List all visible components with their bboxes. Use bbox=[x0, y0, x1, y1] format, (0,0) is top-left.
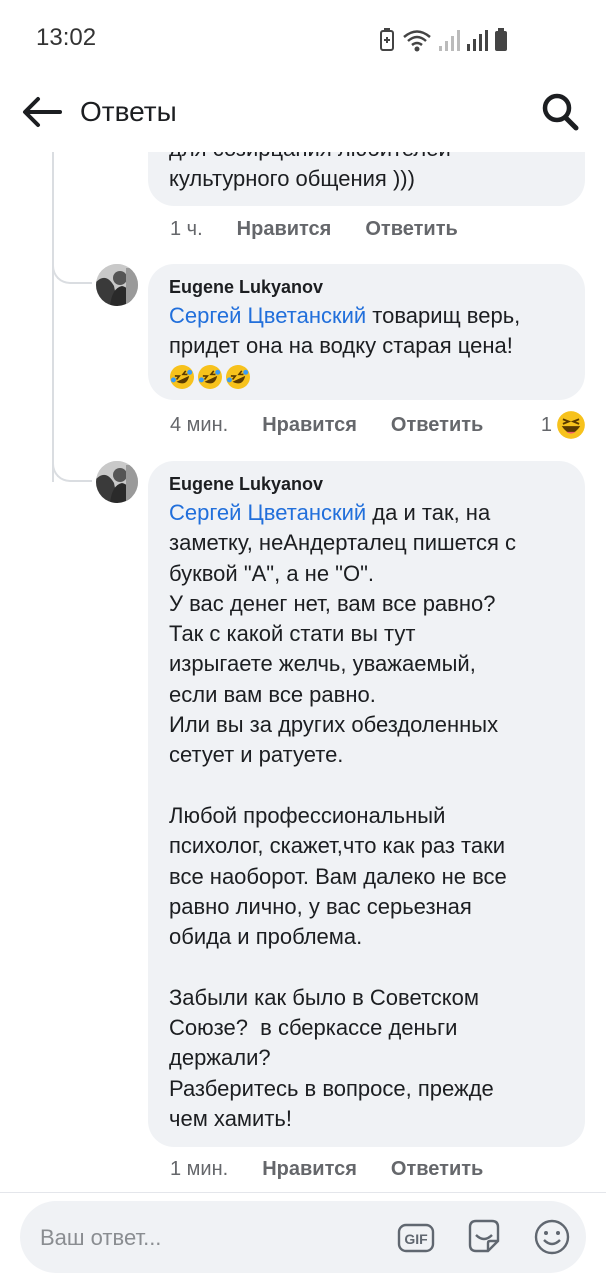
reply-bar: Ваш ответ... GIF bbox=[0, 1192, 606, 1281]
comment-time: 1 мин. bbox=[170, 1158, 229, 1180]
status-bar: 13:02 bbox=[0, 0, 606, 80]
back-arrow-icon[interactable] bbox=[20, 90, 64, 134]
like-button[interactable]: Нравится bbox=[262, 414, 357, 437]
status-time: 13:02 bbox=[36, 24, 97, 51]
rofl-emoji-icon bbox=[198, 364, 222, 389]
thread-branch bbox=[52, 252, 92, 284]
comment-body: да и так, на заметку, неАндерталец пишет… bbox=[169, 500, 517, 1131]
comment-bubble[interactable]: Eugene Lukyanov Сергей Цветанский да и т… bbox=[148, 461, 585, 1147]
thread-branch bbox=[52, 450, 92, 482]
thread-line bbox=[52, 152, 54, 482]
search-icon[interactable] bbox=[540, 90, 580, 134]
avatar[interactable] bbox=[96, 461, 138, 503]
signal-roaming-icon bbox=[467, 30, 488, 51]
comment-time: 4 мин. bbox=[170, 414, 229, 436]
haha-reaction-icon bbox=[557, 411, 585, 439]
battery-icon bbox=[495, 28, 507, 51]
battery-saver-icon bbox=[380, 28, 394, 51]
comment-actions: 4 мин. Нравится Ответить bbox=[170, 414, 517, 437]
reaction-summary[interactable]: 1 bbox=[541, 410, 586, 440]
avatar[interactable] bbox=[96, 264, 138, 306]
reply-placeholder: Ваш ответ... bbox=[40, 1225, 162, 1250]
comment-text: для созирцания любителей культурного общ… bbox=[169, 152, 451, 192]
emoji-icon[interactable] bbox=[532, 1217, 572, 1257]
mention-link[interactable]: Сергей Цветанский bbox=[169, 500, 366, 525]
comment-emojis bbox=[169, 364, 565, 390]
reaction-count: 1 bbox=[540, 413, 552, 436]
like-button[interactable]: Нравится bbox=[237, 218, 332, 241]
rofl-emoji-icon bbox=[170, 364, 194, 389]
comment-text: Сергей Цветанский товарищ верь, придет о… bbox=[169, 301, 565, 362]
reply-button[interactable]: Ответить bbox=[391, 414, 483, 437]
comment-actions: 1 мин. Нравится Ответить bbox=[170, 1158, 517, 1181]
reply-button[interactable]: Ответить bbox=[391, 1158, 483, 1181]
signal-icon bbox=[439, 30, 460, 51]
svg-text:GIF: GIF bbox=[404, 1231, 428, 1247]
comment-author[interactable]: Eugene Lukyanov bbox=[169, 471, 565, 497]
reply-button[interactable]: Ответить bbox=[365, 218, 457, 241]
comment-text: Сергей Цветанский да и так, на заметку, … bbox=[169, 498, 565, 1134]
gif-icon[interactable]: GIF bbox=[396, 1217, 436, 1257]
app-bar: Ответы bbox=[0, 80, 606, 152]
comment-bubble[interactable]: для созирцания любителей культурного общ… bbox=[148, 152, 585, 206]
rofl-emoji-icon bbox=[226, 364, 250, 389]
comment-bubble[interactable]: Eugene Lukyanov Сергей Цветанский товари… bbox=[148, 264, 585, 400]
comment-time: 1 ч. bbox=[170, 218, 203, 240]
wifi-icon bbox=[403, 30, 431, 52]
like-button[interactable]: Нравится bbox=[262, 1158, 357, 1181]
sticker-icon[interactable] bbox=[464, 1217, 504, 1257]
reply-input[interactable]: Ваш ответ... GIF bbox=[20, 1201, 586, 1273]
status-icons bbox=[378, 26, 508, 52]
mention-link[interactable]: Сергей Цветанский bbox=[169, 303, 366, 328]
replies-list: для созирцания любителей культурного общ… bbox=[0, 152, 606, 1192]
comment-author[interactable]: Eugene Lukyanov bbox=[169, 274, 565, 300]
comment-actions: 1 ч. Нравится Ответить bbox=[170, 218, 492, 241]
page-title: Ответы bbox=[80, 96, 177, 127]
